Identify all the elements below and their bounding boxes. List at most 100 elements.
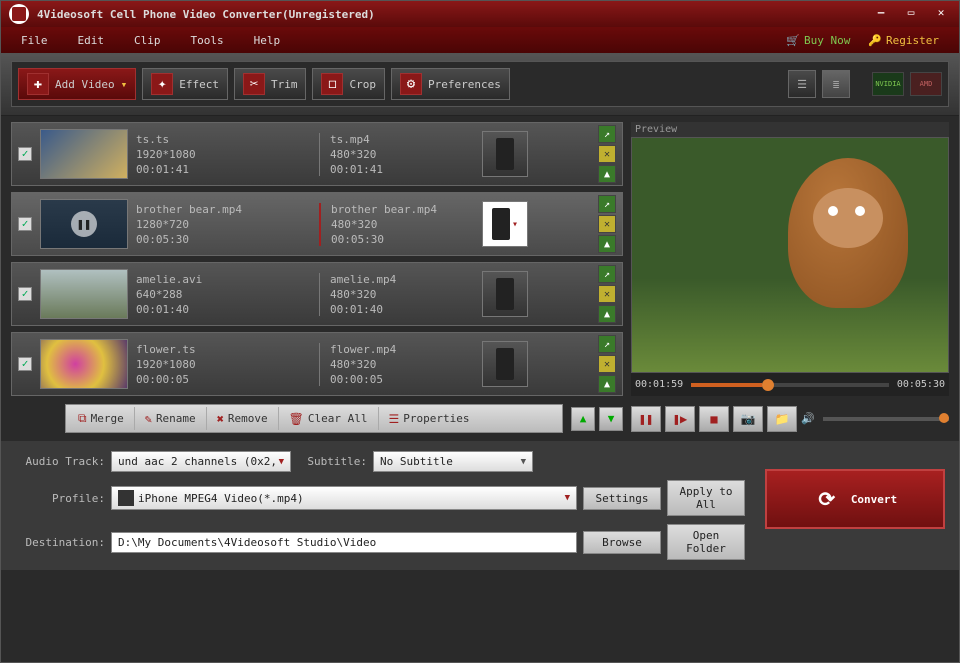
menu-clip[interactable]: Clip (134, 34, 161, 47)
row-remove-button[interactable]: ✕ (598, 355, 616, 373)
maximize-button[interactable]: ▭ (901, 6, 921, 22)
row-up-button[interactable]: ▲ (598, 305, 616, 323)
source-duration: 00:00:05 (136, 373, 311, 386)
merge-button[interactable]: ⧉Merge (68, 407, 135, 430)
row-remove-button[interactable]: ✕ (598, 215, 616, 233)
view-list-button[interactable]: ☰ (788, 70, 816, 98)
preview-panel: Preview 00:01:59 00:05:30 (631, 122, 949, 396)
settings-button[interactable]: Settings (583, 487, 661, 510)
browse-button[interactable]: Browse (583, 531, 661, 554)
menu-edit[interactable]: Edit (78, 34, 105, 47)
row-expand-button[interactable]: ↗ (598, 265, 616, 283)
trim-button[interactable]: ✂ Trim (234, 68, 307, 100)
close-button[interactable]: ✕ (931, 6, 951, 22)
row-up-button[interactable]: ▲ (598, 165, 616, 183)
convert-icon: ⟳ (813, 485, 841, 513)
menu-file[interactable]: File (21, 34, 48, 47)
audio-track-label: Audio Track: (15, 455, 105, 468)
thumbnail[interactable] (40, 269, 128, 319)
row-remove-button[interactable]: ✕ (598, 145, 616, 163)
checkbox[interactable]: ✓ (18, 217, 32, 231)
volume-slider[interactable] (823, 417, 949, 421)
toolbar: ✚ Add Video ▾ ✦ Effect ✂ Trim ◻ Crop ⚙ P… (11, 61, 949, 107)
destination-label: Destination: (15, 536, 105, 549)
row-expand-button[interactable]: ↗ (598, 335, 616, 353)
output-filename: brother bear.mp4 (331, 203, 474, 216)
remove-label: Remove (228, 412, 268, 425)
menu-tools[interactable]: Tools (191, 34, 224, 47)
remove-button[interactable]: ✖Remove (207, 407, 279, 430)
effect-button[interactable]: ✦ Effect (142, 68, 228, 100)
preferences-button[interactable]: ⚙ Preferences (391, 68, 510, 100)
open-folder-button[interactable]: Open Folder (667, 524, 745, 560)
output-duration: 00:01:41 (330, 163, 474, 176)
row-expand-button[interactable]: ↗ (598, 195, 616, 213)
crop-label: Crop (349, 78, 376, 91)
action-row: ⧉Merge ✎Rename ✖Remove 🗑Clear All ☰Prope… (1, 396, 959, 441)
pause-overlay-icon: ❚❚ (71, 211, 97, 237)
output-duration: 00:05:30 (331, 233, 474, 246)
key-icon: 🔑 (868, 34, 882, 47)
bottom-panel: Audio Track: und aac 2 channels (0x2,▼ S… (1, 441, 959, 570)
pause-button[interactable]: ❚❚ (631, 406, 661, 432)
cart-icon: 🛒 (786, 34, 800, 47)
view-detail-button[interactable]: ≣ (822, 70, 850, 98)
step-button[interactable]: ❚▶ (665, 406, 695, 432)
chevron-down-icon: ▾ (512, 219, 518, 230)
clear-all-button[interactable]: 🗑Clear All (279, 407, 379, 430)
register-link[interactable]: 🔑 Register (868, 34, 939, 47)
device-selector[interactable] (482, 271, 528, 317)
checkbox[interactable]: ✓ (18, 287, 32, 301)
thumbnail[interactable] (40, 129, 128, 179)
thumbnail[interactable] (40, 339, 128, 389)
file-row[interactable]: ✓ ts.ts 1920*1080 00:01:41 ts.mp4 480*32… (11, 122, 623, 186)
audio-track-value: und aac 2 channels (0x2, (118, 455, 277, 468)
snapshot-button[interactable]: 📷 (733, 406, 763, 432)
file-row[interactable]: ✓ ❚❚ brother bear.mp4 1280*720 00:05:30 … (11, 192, 623, 256)
destination-value: D:\My Documents\4Videosoft Studio\Video (118, 536, 376, 549)
merge-label: Merge (91, 412, 124, 425)
output-filename: ts.mp4 (330, 133, 474, 146)
row-expand-button[interactable]: ↗ (598, 125, 616, 143)
clear-all-label: Clear All (308, 412, 368, 425)
move-down-button[interactable]: ▼ (599, 407, 623, 431)
file-row[interactable]: ✓ flower.ts 1920*1080 00:00:05 flower.mp… (11, 332, 623, 396)
device-selector[interactable]: ▾ (482, 201, 528, 247)
row-remove-button[interactable]: ✕ (598, 285, 616, 303)
add-video-button[interactable]: ✚ Add Video ▾ (18, 68, 136, 100)
seek-slider[interactable] (691, 383, 889, 387)
crop-button[interactable]: ◻ Crop (312, 68, 385, 100)
titlebar: 4Videosoft Cell Phone Video Converter(Un… (1, 1, 959, 27)
thumbnail[interactable]: ❚❚ (40, 199, 128, 249)
effect-icon: ✦ (151, 73, 173, 95)
move-up-button[interactable]: ▲ (571, 407, 595, 431)
properties-button[interactable]: ☰Properties (379, 407, 480, 430)
menu-help[interactable]: Help (254, 34, 281, 47)
convert-button[interactable]: ⟳ Convert (765, 469, 945, 529)
checkbox[interactable]: ✓ (18, 357, 32, 371)
rename-button[interactable]: ✎Rename (135, 407, 207, 430)
toolbar-container: ✚ Add Video ▾ ✦ Effect ✂ Trim ◻ Crop ⚙ P… (1, 53, 959, 116)
device-selector[interactable] (482, 341, 528, 387)
minimize-button[interactable]: — (871, 6, 891, 22)
output-resolution: 480*320 (330, 148, 474, 161)
audio-track-combo[interactable]: und aac 2 channels (0x2,▼ (111, 451, 291, 472)
file-row[interactable]: ✓ amelie.avi 640*288 00:01:40 amelie.mp4… (11, 262, 623, 326)
row-up-button[interactable]: ▲ (598, 375, 616, 393)
checkbox[interactable]: ✓ (18, 147, 32, 161)
row-up-button[interactable]: ▲ (598, 235, 616, 253)
buy-now-link[interactable]: 🛒 Buy Now (786, 34, 850, 47)
preview-screen[interactable] (631, 137, 949, 373)
main-area: ✓ ts.ts 1920*1080 00:01:41 ts.mp4 480*32… (1, 116, 959, 396)
device-selector[interactable] (482, 131, 528, 177)
list-action-bar: ⧉Merge ✎Rename ✖Remove 🗑Clear All ☰Prope… (65, 404, 563, 433)
seek-bar-row: 00:01:59 00:05:30 (631, 373, 949, 396)
pencil-icon: ✎ (145, 412, 152, 426)
properties-label: Properties (403, 412, 469, 425)
subtitle-combo[interactable]: No Subtitle▼ (373, 451, 533, 472)
snapshot-folder-button[interactable]: 📁 (767, 406, 797, 432)
destination-input[interactable]: D:\My Documents\4Videosoft Studio\Video (111, 532, 577, 553)
apply-to-all-button[interactable]: Apply to All (667, 480, 745, 516)
stop-button[interactable]: ■ (699, 406, 729, 432)
profile-combo[interactable]: iPhone MPEG4 Video(*.mp4) ▼ (111, 486, 577, 510)
